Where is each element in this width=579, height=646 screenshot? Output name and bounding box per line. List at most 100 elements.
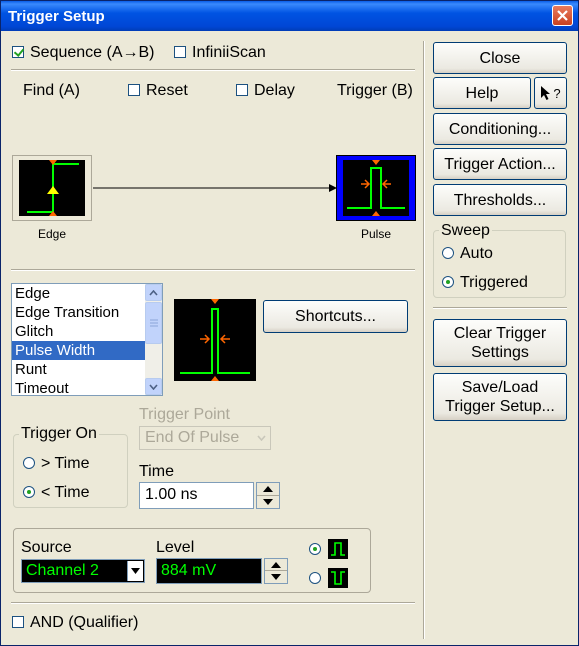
trigger-point-dropdown bbox=[253, 428, 269, 448]
less-time-radio[interactable]: < Time bbox=[23, 484, 89, 502]
list-item[interactable]: Timeout bbox=[12, 379, 162, 395]
save-load-trigger-setup-button[interactable]: Save/Load Trigger Setup... bbox=[433, 373, 567, 421]
find-edge-button[interactable] bbox=[12, 155, 92, 221]
close-button[interactable]: Close bbox=[433, 42, 567, 74]
and-qualifier-check-icon[interactable] bbox=[12, 616, 24, 628]
shortcuts-button[interactable]: Shortcuts... bbox=[263, 300, 408, 333]
negative-pulse-icon bbox=[328, 568, 348, 588]
list-item[interactable]: Glitch bbox=[12, 322, 162, 341]
edge-waveform-icon bbox=[19, 160, 85, 216]
reset-check-icon[interactable] bbox=[128, 84, 140, 96]
list-item-selected[interactable]: Pulse Width bbox=[12, 341, 162, 360]
grip-icon bbox=[149, 319, 158, 327]
sequence-arrow-icon bbox=[93, 184, 337, 192]
triangle-down-icon bbox=[271, 574, 281, 580]
whats-this-button[interactable]: ? bbox=[534, 77, 567, 109]
chevron-down-icon bbox=[131, 568, 140, 574]
greater-time-radio[interactable]: > Time bbox=[23, 455, 89, 473]
time-spinner[interactable] bbox=[256, 482, 280, 509]
spin-up-button[interactable] bbox=[265, 559, 287, 571]
list-scrollbar[interactable] bbox=[145, 284, 162, 395]
window-title: Trigger Setup bbox=[8, 8, 105, 25]
source-dropdown[interactable] bbox=[127, 561, 143, 581]
sweep-triggered-radio[interactable]: Triggered bbox=[442, 274, 528, 292]
less-time-label: < Time bbox=[41, 484, 90, 501]
trigger-b-label: Trigger (B) bbox=[337, 82, 413, 99]
scroll-up-button[interactable] bbox=[145, 284, 162, 301]
radio-icon[interactable] bbox=[23, 457, 35, 469]
pulse-width-preview-icon bbox=[174, 299, 256, 381]
and-qualifier-label: AND (Qualifier) bbox=[30, 614, 139, 631]
trigger-action-button[interactable]: Trigger Action... bbox=[433, 148, 567, 180]
infiniiscan-check-icon[interactable] bbox=[174, 46, 186, 58]
negative-pulse-radio[interactable] bbox=[309, 570, 327, 588]
reset-checkbox[interactable]: Reset bbox=[128, 82, 188, 100]
greater-time-label: > Time bbox=[41, 455, 90, 472]
pulse-caption: Pulse bbox=[361, 227, 392, 241]
find-a-label: Find (A) bbox=[23, 82, 80, 99]
thresholds-button[interactable]: Thresholds... bbox=[433, 184, 567, 216]
time-value: 1.00 ns bbox=[145, 486, 198, 503]
time-label: Time bbox=[139, 463, 174, 480]
sequence-check-icon[interactable] bbox=[12, 46, 24, 58]
spin-up-button[interactable] bbox=[257, 483, 279, 496]
spin-down-button[interactable] bbox=[257, 496, 279, 509]
level-input[interactable]: 884 mV bbox=[156, 558, 262, 584]
sweep-auto-radio[interactable]: Auto bbox=[442, 245, 493, 263]
infiniiscan-label: InfiniiScan bbox=[192, 44, 266, 61]
delay-checkbox[interactable]: Delay bbox=[236, 82, 295, 100]
radio-icon[interactable] bbox=[442, 276, 454, 288]
sweep-label: Sweep bbox=[439, 222, 492, 240]
chevron-down-icon bbox=[256, 435, 266, 441]
pointer-icon bbox=[541, 86, 551, 100]
infiniiscan-checkbox[interactable]: InfiniiScan bbox=[174, 44, 266, 62]
chevron-down-icon bbox=[149, 383, 158, 390]
radio-icon[interactable] bbox=[309, 543, 321, 555]
divider bbox=[11, 602, 415, 604]
title-bar: Trigger Setup bbox=[1, 1, 578, 31]
clear-trigger-settings-button[interactable]: Clear Trigger Settings bbox=[433, 319, 567, 367]
delay-check-icon[interactable] bbox=[236, 84, 248, 96]
sweep-triggered-label: Triggered bbox=[460, 274, 528, 291]
divider bbox=[11, 269, 415, 271]
level-spinner[interactable] bbox=[264, 558, 288, 584]
triangle-down-icon bbox=[263, 498, 273, 505]
close-window-button[interactable] bbox=[552, 5, 573, 26]
help-question-mark: ? bbox=[553, 85, 561, 101]
trigger-pulse-button[interactable] bbox=[336, 155, 416, 221]
delay-label: Delay bbox=[254, 82, 295, 99]
list-item[interactable]: Runt bbox=[12, 360, 162, 379]
close-icon bbox=[557, 10, 568, 21]
pulse-waveform-icon bbox=[343, 160, 409, 216]
help-button[interactable]: Help bbox=[433, 77, 531, 109]
sweep-auto-label: Auto bbox=[460, 245, 493, 262]
list-item[interactable]: Edge Transition bbox=[12, 303, 162, 322]
vertical-divider bbox=[423, 41, 425, 639]
edge-caption: Edge bbox=[38, 227, 67, 241]
trigger-on-label: Trigger On bbox=[19, 425, 99, 443]
radio-icon[interactable] bbox=[442, 247, 454, 259]
radio-icon[interactable] bbox=[23, 486, 35, 498]
radio-icon[interactable] bbox=[309, 572, 321, 584]
divider bbox=[11, 69, 415, 71]
sequence-checkbox[interactable]: Sequence (A→B) bbox=[12, 44, 155, 62]
conditioning-button[interactable]: Conditioning... bbox=[433, 113, 567, 145]
trigger-point-value: End Of Pulse bbox=[145, 429, 240, 446]
divider bbox=[433, 307, 567, 309]
reset-label: Reset bbox=[146, 82, 188, 99]
chevron-up-icon bbox=[149, 289, 158, 296]
spin-down-button[interactable] bbox=[265, 571, 287, 583]
scroll-down-button[interactable] bbox=[145, 378, 162, 395]
positive-pulse-radio[interactable] bbox=[309, 541, 327, 559]
scroll-thumb[interactable] bbox=[145, 302, 162, 344]
level-value: 884 mV bbox=[161, 562, 217, 579]
trigger-type-list[interactable]: Edge Edge Transition Glitch Pulse Width … bbox=[11, 283, 163, 396]
level-label: Level bbox=[156, 539, 195, 556]
triangle-up-icon bbox=[271, 561, 281, 568]
source-value: Channel 2 bbox=[26, 562, 99, 579]
and-qualifier-checkbox[interactable]: AND (Qualifier) bbox=[12, 614, 138, 632]
time-input[interactable]: 1.00 ns bbox=[139, 482, 254, 509]
list-item[interactable]: Edge bbox=[12, 284, 162, 303]
sequence-label: Sequence (A→B) bbox=[30, 44, 155, 61]
triangle-up-icon bbox=[263, 485, 273, 492]
